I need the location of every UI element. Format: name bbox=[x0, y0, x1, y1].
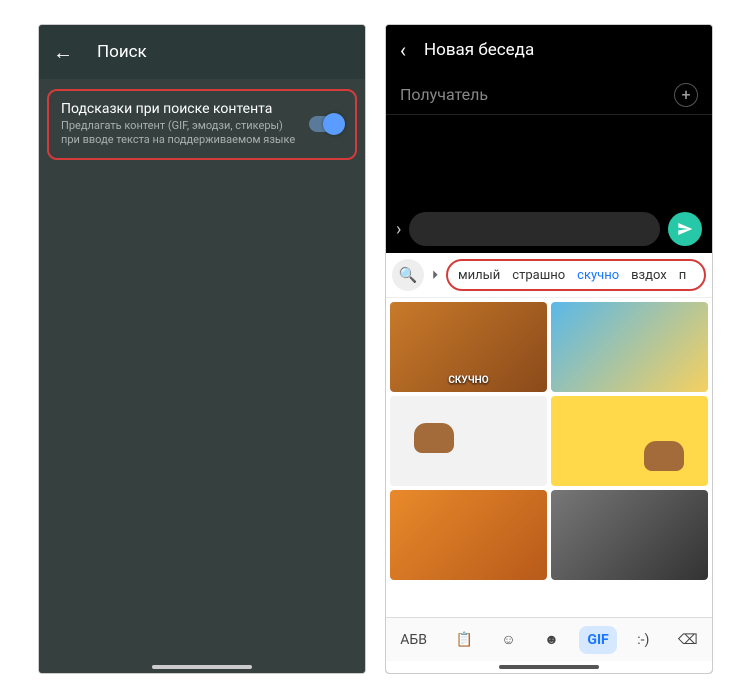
emoji-icon[interactable]: ☺ bbox=[493, 625, 523, 654]
gif-tile[interactable] bbox=[390, 490, 547, 580]
header-title: Поиск bbox=[97, 42, 147, 62]
search-button[interactable]: 🔍 bbox=[392, 259, 424, 291]
setting-content-suggestions[interactable]: Подсказки при поиске контента Предлагать… bbox=[47, 89, 357, 160]
gif-tile[interactable] bbox=[551, 490, 708, 580]
gif-content bbox=[644, 441, 684, 471]
gif-tile[interactable] bbox=[551, 302, 708, 392]
emoticon-tab[interactable]: :-) bbox=[629, 626, 657, 654]
expand-chevron-icon[interactable]: › bbox=[396, 219, 401, 240]
setting-title: Подсказки при поиске контента bbox=[61, 101, 299, 117]
add-recipient-button[interactable]: + bbox=[674, 83, 698, 107]
sticker-icon[interactable]: ☻ bbox=[536, 625, 567, 654]
chip-item[interactable]: вздох bbox=[627, 268, 671, 283]
toggle-switch[interactable] bbox=[309, 116, 343, 132]
gesture-handle[interactable] bbox=[499, 665, 599, 669]
suggestion-chips: милый страшно скучно вздох п bbox=[446, 259, 706, 291]
android-navbar bbox=[39, 661, 365, 673]
chip-item[interactable]: п bbox=[675, 268, 691, 283]
backspace-icon[interactable]: ⌫ bbox=[670, 626, 706, 654]
gif-tab[interactable]: GIF bbox=[579, 626, 616, 654]
message-input-row: › bbox=[386, 205, 712, 253]
setting-description: Предлагать контент (GIF, эмодзи, стикеры… bbox=[61, 119, 299, 148]
header-bar: ← Поиск bbox=[39, 25, 365, 79]
back-chevron-icon[interactable]: ‹ bbox=[400, 38, 406, 62]
gesture-handle[interactable] bbox=[152, 665, 252, 669]
setting-text: Подсказки при поиске контента Предлагать… bbox=[61, 101, 299, 148]
gif-search-row: 🔍 ⏵ милый страшно скучно вздох п bbox=[386, 253, 712, 298]
search-icon: 🔍 bbox=[399, 266, 418, 284]
phone-chat: ‹ Новая беседа Получатель + › 🔍 ⏵ милый … bbox=[385, 24, 713, 674]
recipient-row: Получатель + bbox=[386, 75, 712, 115]
settings-body: Подсказки при поиске контента Предлагать… bbox=[39, 79, 365, 661]
chat-body bbox=[386, 115, 712, 205]
gif-tile[interactable] bbox=[390, 396, 547, 486]
gif-tile[interactable] bbox=[551, 396, 708, 486]
message-input[interactable] bbox=[409, 212, 660, 246]
back-arrow-icon[interactable]: ← bbox=[53, 40, 73, 65]
kb-switch-abc[interactable]: АБВ bbox=[392, 626, 435, 654]
chip-item[interactable]: страшно bbox=[508, 268, 569, 283]
phone-settings: ← Поиск Подсказки при поиске контента Пр… bbox=[38, 24, 366, 674]
android-navbar bbox=[386, 661, 712, 673]
keyboard-bottom-row: АБВ 📋 ☺ ☻ GIF :-) ⌫ bbox=[386, 617, 712, 661]
mic-icon[interactable]: ⏵ bbox=[430, 268, 440, 283]
gif-grid: СКУЧНО bbox=[386, 298, 712, 617]
clipboard-icon[interactable]: 📋 bbox=[447, 626, 480, 654]
gif-caption: СКУЧНО bbox=[448, 375, 488, 386]
gif-tile[interactable]: СКУЧНО bbox=[390, 302, 547, 392]
chat-header-title: Новая беседа bbox=[424, 40, 534, 60]
keyboard-gif-panel: 🔍 ⏵ милый страшно скучно вздох п СКУЧНО … bbox=[386, 253, 712, 661]
recipient-placeholder[interactable]: Получатель bbox=[400, 85, 488, 104]
chip-item-active[interactable]: скучно bbox=[573, 268, 623, 283]
gif-content bbox=[414, 423, 454, 453]
send-icon bbox=[677, 221, 693, 237]
send-button[interactable] bbox=[668, 212, 702, 246]
chat-header: ‹ Новая беседа bbox=[386, 25, 712, 75]
chip-item[interactable]: милый bbox=[454, 268, 504, 283]
